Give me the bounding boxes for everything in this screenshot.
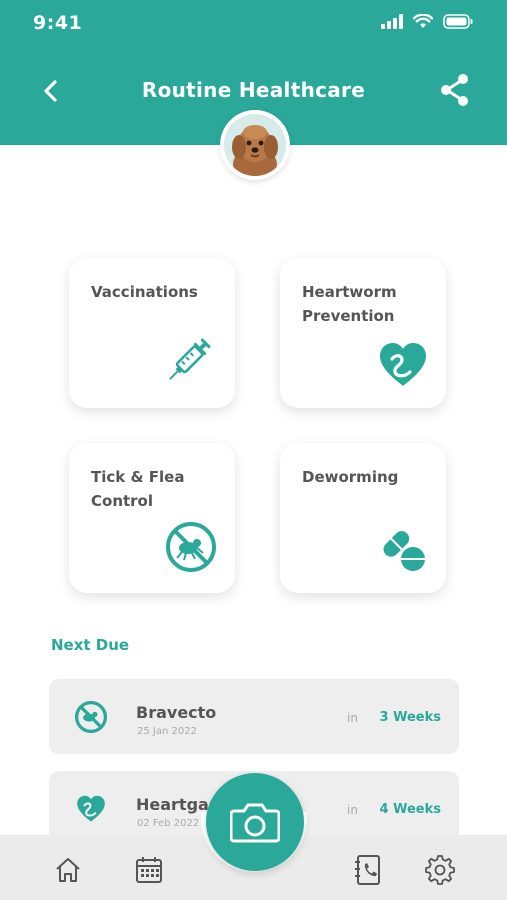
signal-icon [381, 14, 403, 29]
tab-calendar[interactable] [134, 855, 164, 885]
status-time: 9:41 [33, 12, 83, 34]
due-item-when: 4 Weeks [379, 802, 441, 817]
contacts-icon [355, 855, 380, 885]
due-item-in: in [347, 803, 358, 817]
share-icon [441, 74, 468, 106]
no-flea-icon [165, 521, 217, 577]
due-item-name: Bravecto [136, 703, 217, 722]
next-due-heading: Next Due [51, 636, 130, 654]
card-label: Deworming [302, 468, 399, 486]
list-item[interactable]: Bravecto 25 Jan 2022 in 3 Weeks [49, 679, 459, 754]
card-heartworm-prevention[interactable]: Heartworm Prevention [280, 258, 446, 408]
tab-home[interactable] [53, 855, 83, 885]
no-flea-icon [73, 699, 109, 735]
calendar-icon [136, 857, 162, 883]
due-item-date: 02 Feb 2022 [137, 818, 200, 829]
share-button[interactable] [437, 72, 473, 108]
pet-avatar[interactable] [220, 110, 290, 180]
syringe-icon [161, 332, 217, 392]
card-label: Vaccinations [91, 283, 198, 301]
battery-icon [443, 14, 473, 29]
card-vaccinations[interactable]: Vaccinations [69, 258, 235, 408]
status-icons [381, 14, 473, 29]
pill-icon [378, 523, 428, 577]
heart-icon [73, 791, 109, 827]
camera-button[interactable] [206, 773, 304, 871]
home-icon [56, 858, 80, 882]
settings-icon [425, 855, 455, 885]
dog-photo [224, 114, 286, 176]
card-tick-flea-control[interactable]: Tick & Flea Control [69, 443, 235, 593]
card-label: Tick & Flea Control [91, 468, 185, 510]
due-item-date: 25 Jan 2022 [137, 726, 197, 737]
card-deworming[interactable]: Deworming [280, 443, 446, 593]
tab-contacts[interactable] [353, 855, 383, 885]
heart-icon [378, 342, 428, 392]
due-item-when: 3 Weeks [379, 710, 441, 725]
page-title: Routine Healthcare [141, 78, 366, 102]
camera-icon [230, 803, 280, 843]
tab-settings[interactable] [425, 855, 455, 885]
wifi-icon [413, 14, 433, 28]
due-item-in: in [347, 711, 358, 725]
card-label: Heartworm Prevention [302, 283, 397, 325]
